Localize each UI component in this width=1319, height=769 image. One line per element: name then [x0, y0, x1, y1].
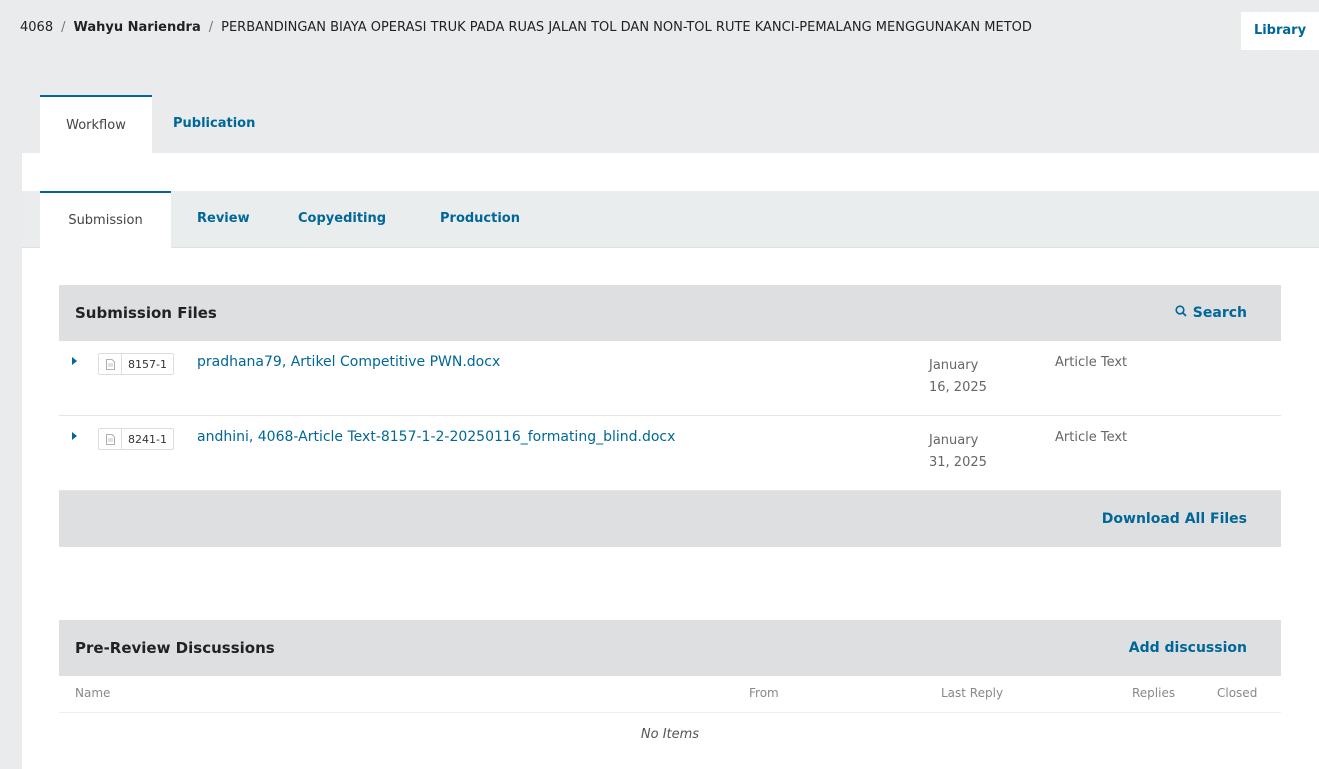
empty-list-message: No Items	[59, 712, 1281, 757]
file-date-line: January	[929, 358, 979, 373]
file-badge: 8157-1	[98, 353, 174, 375]
column-header-closed: Closed	[1217, 686, 1258, 700]
page: 4068 / Wahyu Nariendra / PERBANDINGAN BIAYA …	[0, 0, 1319, 769]
breadcrumb: 4068 / Wahyu Nariendra / PERBANDINGAN BIAYA …	[20, 20, 1225, 35]
column-header-name: Name	[75, 686, 111, 700]
file-type: Article Text	[1055, 355, 1128, 370]
grid-header: Pre-Review Discussions Add discussion	[59, 620, 1281, 676]
tab-submission[interactable]: Submission	[40, 191, 171, 248]
file-date: January 16, 2025	[929, 355, 1019, 399]
file-id: 8157-1	[128, 357, 167, 371]
grid-title: Submission Files	[75, 304, 217, 322]
expand-caret-icon[interactable]	[72, 357, 77, 365]
expand-caret-icon[interactable]	[72, 432, 77, 440]
table-row: 8157-1 pradhana79, Artikel Competitive P…	[59, 341, 1281, 416]
tab-workflow[interactable]: Workflow	[40, 95, 152, 153]
workflow-panel: Submission Review Copyediting Production…	[22, 153, 1319, 769]
add-discussion-button[interactable]: Add discussion	[1129, 620, 1247, 676]
file-id: 8241-1	[128, 432, 167, 446]
tab-copyediting[interactable]: Copyediting	[298, 191, 386, 247]
file-date-line: January	[929, 433, 979, 448]
grid-header: Submission Files Search	[59, 285, 1281, 341]
tab-production[interactable]: Production	[440, 191, 520, 247]
author-name: Wahyu Nariendra	[73, 20, 201, 35]
grid-title: Pre-Review Discussions	[75, 639, 275, 657]
file-link[interactable]: pradhana79, Artikel Competitive PWN.docx	[197, 354, 500, 370]
search-icon	[1175, 285, 1187, 341]
library-button[interactable]: Library	[1241, 12, 1319, 50]
pre-review-discussions-grid: Pre-Review Discussions Add discussion Na…	[59, 620, 1281, 757]
column-header-from: From	[749, 686, 779, 700]
search-label: Search	[1192, 305, 1247, 321]
submission-title: PERBANDINGAN BIAYA OPERASI TRUK PADA RUA…	[221, 20, 1032, 35]
file-date-line: 31, 2025	[929, 455, 987, 470]
tab-publication[interactable]: Publication	[173, 95, 255, 153]
file-type: Article Text	[1055, 430, 1128, 445]
document-icon	[99, 429, 122, 449]
grid-footer: Download All Files	[59, 491, 1281, 547]
search-button[interactable]: Search	[1175, 285, 1247, 341]
submission-id: 4068	[20, 20, 54, 35]
download-all-files-button[interactable]: Download All Files	[1102, 491, 1247, 547]
column-header-replies: Replies	[1132, 686, 1176, 700]
document-icon	[99, 354, 122, 374]
breadcrumb-separator: /	[208, 20, 214, 35]
page-header: 4068 / Wahyu Nariendra / PERBANDINGAN BIAYA …	[0, 0, 1319, 60]
top-tabs: Workflow Publication	[0, 95, 1319, 153]
column-header-last-reply: Last Reply	[941, 686, 1004, 700]
table-row: 8241-1 andhini, 4068-Article Text-8157-1…	[59, 416, 1281, 491]
column-headers: Name From Last Reply Replies Closed	[59, 676, 1281, 712]
tab-review[interactable]: Review	[197, 191, 250, 247]
file-badge: 8241-1	[98, 428, 174, 450]
submission-files-grid: Submission Files Search 8157-1 pradhana7…	[59, 285, 1281, 547]
file-date-line: 16, 2025	[929, 380, 987, 395]
file-date: January 31, 2025	[929, 430, 1019, 474]
breadcrumb-separator: /	[61, 20, 66, 35]
file-link[interactable]: andhini, 4068-Article Text-8157-1-2-2025…	[197, 429, 675, 445]
stage-tabs: Submission Review Copyediting Production	[22, 191, 1319, 248]
